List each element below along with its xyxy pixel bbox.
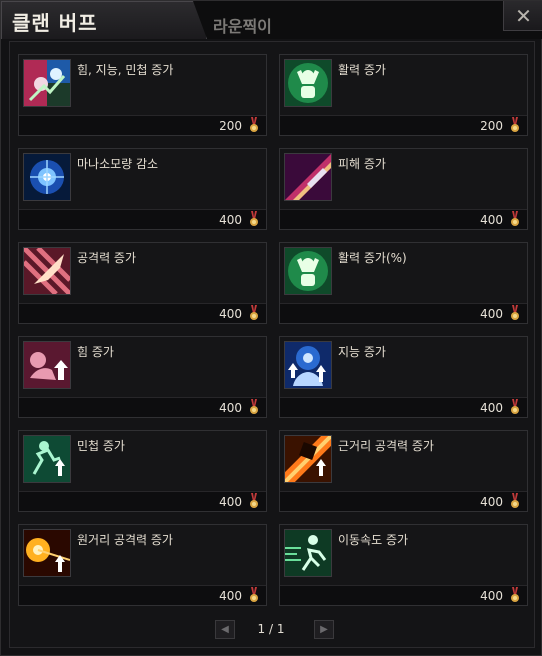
buff-card[interactable]: 활력 증가 200 [279,54,528,136]
buff-name: 공격력 증가 [77,251,137,265]
buff-price: 400 [219,213,242,227]
buff-card[interactable]: 이동속도 증가 400 [279,524,528,606]
page-indicator: 1 / 1 [257,622,285,636]
medal-icon [249,117,259,133]
buff-card[interactable]: 공격력 증가 400 [18,242,267,324]
vitality-percent-icon [284,247,332,295]
tab-secondary-label: 라운찍이 [213,17,272,36]
buff-price: 400 [219,589,242,603]
buff-card[interactable]: 피해 증가 400 [279,148,528,230]
buff-name: 이동속도 증가 [338,533,409,547]
buff-card[interactable]: 원거리 공격력 증가 400 [18,524,267,606]
ranged-icon [23,529,71,577]
prev-page-button[interactable]: ◀ [215,620,235,639]
buff-price: 400 [480,307,503,321]
buff-name: 지능 증가 [338,345,386,359]
buff-list: 힘, 지능, 민첩 증가 200 활력 증가 200 마나소모량 감소 400 피해 증가 4… [9,41,535,648]
close-button[interactable]: ✕ [503,1,542,31]
medal-icon [510,587,520,603]
tab-clan-buff[interactable]: 클랜 버프 [1,1,207,39]
buff-price: 400 [480,589,503,603]
strength-icon [23,341,71,389]
tab-bar: 클랜 버프 라운찍이 ✕ [1,1,542,39]
buff-card[interactable]: 마나소모량 감소 400 [18,148,267,230]
medal-icon [510,305,520,321]
buff-price: 400 [480,401,503,415]
buff-price: 400 [480,495,503,509]
buff-name: 마나소모량 감소 [77,157,159,171]
medal-icon [510,399,520,415]
medal-icon [249,305,259,321]
buff-price: 200 [219,119,242,133]
buff-name: 원거리 공격력 증가 [77,533,173,547]
buff-price: 400 [219,495,242,509]
intelligence-icon [284,341,332,389]
buff-card[interactable]: 지능 증가 400 [279,336,528,418]
agility-icon [23,435,71,483]
next-arrow-icon: ▶ [320,624,328,635]
buff-name: 피해 증가 [338,157,386,171]
buff-price: 400 [219,307,242,321]
buff-card[interactable]: 힘, 지능, 민첩 증가 200 [18,54,267,136]
vitality-icon [284,59,332,107]
stats-icon [23,59,71,107]
medal-icon [249,211,259,227]
tab-clan-buff-label: 클랜 버프 [12,11,98,35]
buff-name: 민첩 증가 [77,439,125,453]
buff-card[interactable]: 민첩 증가 400 [18,430,267,512]
buff-name: 근거리 공격력 증가 [338,439,434,453]
buff-name: 힘 증가 [77,345,114,359]
buff-name: 활력 증가 [338,63,386,77]
buff-card[interactable]: 힘 증가 400 [18,336,267,418]
buff-price: 200 [480,119,503,133]
medal-icon [249,587,259,603]
buff-price: 400 [480,213,503,227]
speed-icon [284,529,332,577]
buff-price: 400 [219,401,242,415]
mana-orb-icon [23,153,71,201]
pagination: ◀ 1 / 1 ▶ [10,620,534,640]
attack-icon [23,247,71,295]
buff-card[interactable]: 활력 증가(%) 400 [279,242,528,324]
medal-icon [510,117,520,133]
buff-card[interactable]: 근거리 공격력 증가 400 [279,430,528,512]
prev-arrow-icon: ◀ [221,624,229,635]
blade-icon [284,153,332,201]
next-page-button[interactable]: ▶ [314,620,334,639]
medal-icon [249,493,259,509]
clan-buff-window: 클랜 버프 라운찍이 ✕ 힘, 지능, 민첩 증가 200 활력 증가 200 마나소모… [0,0,542,656]
medal-icon [510,211,520,227]
buff-name: 힘, 지능, 민첩 증가 [77,63,174,77]
buff-name: 활력 증가(%) [338,251,407,265]
close-icon: ✕ [515,4,532,28]
medal-icon [510,493,520,509]
melee-icon [284,435,332,483]
tab-secondary[interactable]: 라운찍이 [207,7,387,39]
medal-icon [249,399,259,415]
